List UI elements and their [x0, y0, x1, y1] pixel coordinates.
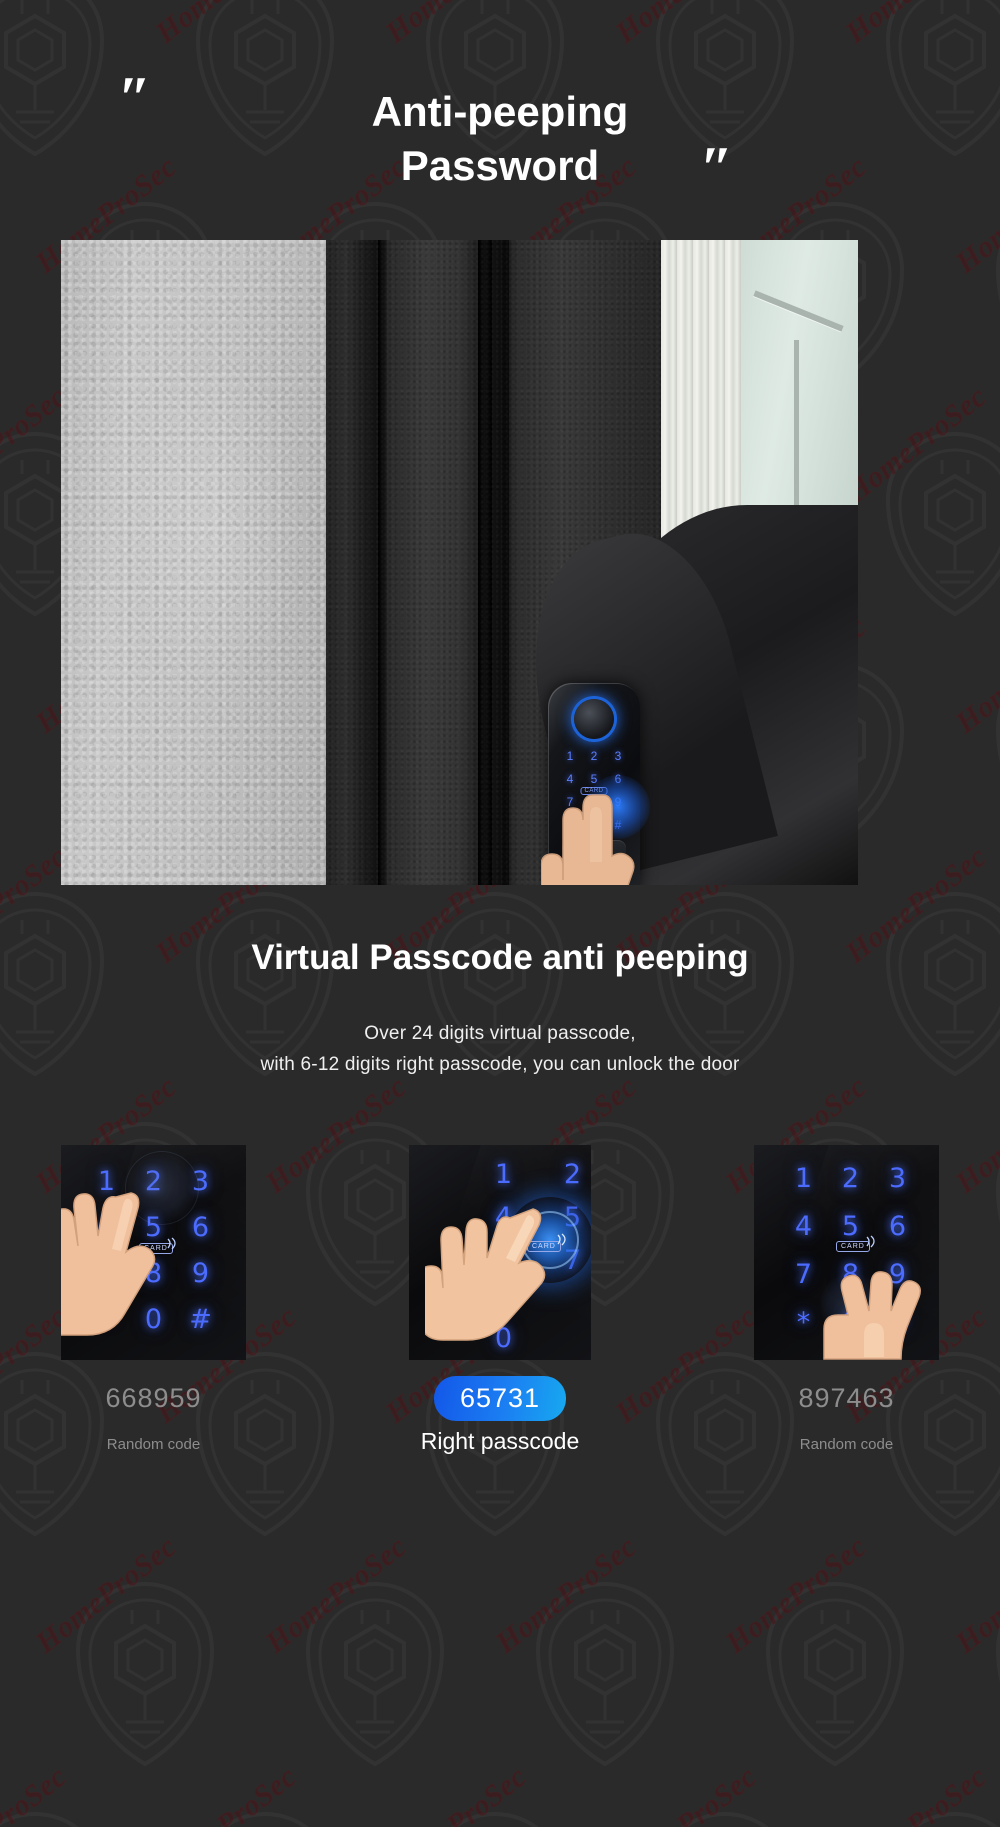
watermark-shield-icon	[305, 1581, 445, 1767]
watermark-text: HomeProSec	[609, 1759, 763, 1827]
keypad-key[interactable]: 9	[192, 1260, 209, 1287]
section-title: Virtual Passcode anti peeping	[251, 938, 749, 977]
window-pane	[741, 240, 858, 535]
watermark-tile: HomeProSec	[949, 1530, 1000, 1800]
keypad-key[interactable]: 2	[564, 1161, 581, 1188]
page-title-line1: Anti-peeping	[371, 88, 629, 135]
keypad-key[interactable]: 6	[889, 1213, 906, 1240]
watermark-tile: HomeProSec	[259, 1530, 510, 1800]
watermark-tile: HomeProSec	[839, 1760, 1000, 1827]
window-blinds	[661, 240, 858, 535]
watermark-tile: HomeProSec	[379, 1760, 630, 1827]
lock-key: 4	[566, 772, 574, 786]
watermark-text: HomeProSec	[29, 1529, 183, 1660]
keypad-key[interactable]: 4	[795, 1213, 812, 1240]
pressing-hand-icon	[823, 1271, 921, 1360]
watermark-text: HomeProSec	[949, 1069, 1000, 1200]
keypad-key[interactable]: 6	[192, 1214, 209, 1241]
keypad-key[interactable]: #	[189, 1306, 212, 1333]
nfc-wave-icon	[557, 1233, 566, 1246]
watermark-text: HomeProSec	[949, 609, 1000, 740]
caption-label: Random code	[799, 1436, 894, 1453]
keypad-key[interactable]: 3	[889, 1165, 906, 1192]
watermark-tile: HomeProSec	[29, 1530, 280, 1800]
lock-key: 1	[566, 749, 574, 763]
caption-label: Random code	[106, 1436, 201, 1453]
fingerprint-reader-icon	[574, 699, 614, 739]
door-groove	[378, 240, 387, 885]
random-code-value: 668959	[105, 1382, 202, 1413]
random-code-value: 897463	[798, 1382, 895, 1413]
watermark-tile: HomeProSec	[609, 1760, 860, 1827]
window-mullion	[794, 340, 799, 530]
code-slot-left: 668959	[61, 1383, 246, 1414]
door-groove	[478, 240, 492, 885]
keypad-card-random-left: 1 2 3 4 5 6 7 8 9 * 0 # CARD	[61, 1145, 246, 1360]
watermark-shield-icon	[0, 1811, 79, 1827]
frosted-glass-panel	[61, 240, 326, 885]
watermark-text: HomeProSec	[489, 1529, 643, 1660]
watermark-shield-icon	[885, 431, 1000, 617]
watermark-tile: HomeProSec	[719, 1530, 970, 1800]
watermark-shield-icon	[681, 1811, 769, 1827]
watermark-text: HomeProSec	[949, 1529, 1000, 1660]
keypad-key[interactable]: 2	[842, 1165, 859, 1192]
watermark-shield-icon	[765, 1581, 905, 1767]
code-slot-center: 65731	[408, 1375, 593, 1421]
keypad-card-random-right: 1 2 3 4 5 6 7 8 9 * 0 # CARD	[754, 1145, 939, 1360]
keypad-key[interactable]: 5	[842, 1213, 859, 1240]
watermark-tile: HomeProSec	[949, 610, 1000, 880]
watermark-shield-icon	[75, 1581, 215, 1767]
watermark-shield-icon	[911, 1811, 999, 1827]
lock-key: 2	[590, 749, 598, 763]
watermark-text: HomeProSec	[149, 1759, 303, 1827]
caption-label: Right passcode	[420, 1428, 580, 1454]
lock-key: 3	[614, 749, 622, 763]
watermark-shield-icon	[535, 1581, 675, 1767]
watermark-text: HomeProSec	[719, 1529, 873, 1660]
watermark-text: HomeProSec	[379, 1759, 533, 1827]
door-groove	[502, 240, 509, 885]
watermark-tile: HomeProSec	[0, 1760, 170, 1827]
watermark-text: HomeProSec	[839, 1759, 993, 1827]
watermark-tile: HomeProSec	[149, 1760, 400, 1827]
section-description: Over 24 digits virtual passcode, with 6-…	[0, 1018, 1000, 1081]
nfc-wave-icon	[866, 1235, 875, 1248]
hero-photo: 1 2 3 4 5 6 7 8 9 * 0 # CARD	[61, 240, 858, 885]
page-title: Anti-peeping Password	[0, 85, 1000, 193]
page-title-line2: Password	[400, 141, 600, 189]
caption-slot-center: Right passcode	[408, 1428, 593, 1455]
watermark-shield-icon	[451, 1811, 539, 1827]
keypad-key[interactable]: 1	[495, 1161, 512, 1188]
right-passcode-badge: 65731	[433, 1375, 567, 1421]
watermark-text: HomeProSec	[259, 1529, 413, 1660]
keypad-card-right-passcode: 1 2 4 5 7 8 0 CARD	[409, 1145, 591, 1360]
pressing-hand-icon	[61, 1192, 156, 1336]
watermark-shield-icon	[995, 246, 1000, 302]
watermark-tile: HomeProSec	[489, 1530, 740, 1800]
pressing-hand-icon	[425, 1208, 546, 1341]
keypad-key[interactable]: 1	[795, 1165, 812, 1192]
watermark-shield-icon	[995, 1626, 1000, 1682]
keypad-card-row: 1 2 3 4 5 6 7 8 9 * 0 # CARD 1 2 4	[61, 1145, 939, 1360]
code-slot-right: 897463	[754, 1383, 939, 1414]
pointing-hand-icon	[541, 794, 635, 885]
caption-slot-left: Random code	[61, 1436, 246, 1454]
watermark-shield-icon	[995, 1166, 1000, 1222]
caption-row: Random code Right passcode Random code	[61, 1428, 939, 1455]
watermark-tile: HomeProSec	[949, 1070, 1000, 1340]
glass-highlight	[121, 360, 311, 690]
code-row: 668959 65731 897463	[61, 1368, 939, 1428]
watermark-text: HomeProSec	[839, 379, 993, 510]
watermark-text: HomeProSec	[0, 1759, 73, 1827]
watermark-tile: HomeProSec	[839, 380, 1000, 650]
caption-slot-right: Random code	[754, 1436, 939, 1454]
page-header: ″ ″ Anti-peeping Password	[0, 0, 1000, 225]
watermark-shield-icon	[221, 1811, 309, 1827]
watermark-shield-icon	[995, 706, 1000, 762]
section-description-line1: Over 24 digits virtual passcode,	[364, 1023, 636, 1044]
section-description-line2: with 6-12 digits right passcode, you can…	[260, 1054, 740, 1076]
